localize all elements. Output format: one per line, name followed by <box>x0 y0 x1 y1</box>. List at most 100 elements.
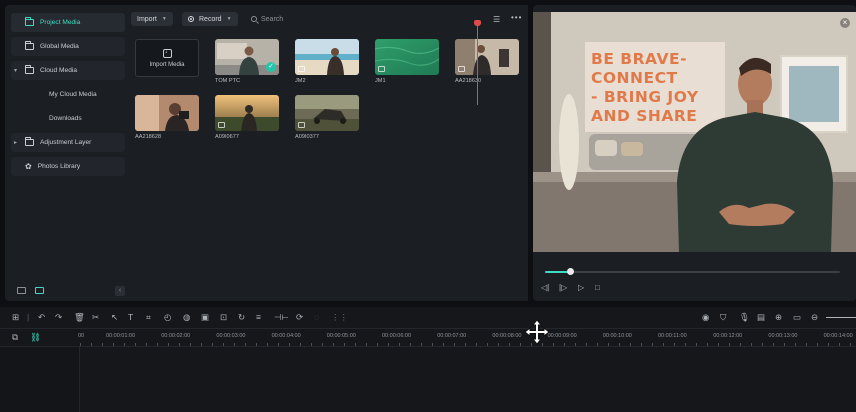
preview-progress-bar[interactable] <box>545 268 840 275</box>
adjust-icon[interactable]: ≡ <box>256 312 261 322</box>
undo-icon[interactable]: ↶ <box>38 312 45 323</box>
caret-down-icon[interactable]: ▾ <box>14 67 17 74</box>
sign-text-line: - BRING JOY <box>591 88 699 106</box>
import-dropdown-button[interactable]: Import ▼ <box>131 12 173 26</box>
ruler-tick-label: 00:00:09:00 <box>547 333 577 339</box>
ruler-tick <box>674 343 675 346</box>
sidebar-item-my-cloud-media[interactable]: My Cloud Media <box>11 85 125 104</box>
more-options-icon[interactable]: ••• <box>511 13 522 22</box>
media-item[interactable]: A09I0377 <box>295 95 359 140</box>
ruler-tick <box>278 343 279 346</box>
ruler-tick <box>641 343 642 346</box>
crop-icon[interactable]: ⌗ <box>146 312 151 323</box>
playhead[interactable] <box>477 22 478 105</box>
stop-icon[interactable]: □ <box>595 283 600 292</box>
shield-icon[interactable]: ⛉ <box>720 312 726 323</box>
ruler-tick <box>630 343 631 346</box>
ruler-tick <box>586 343 587 346</box>
ruler-tick-label: 00:00:14:00 <box>823 333 853 339</box>
more-tools-icon[interactable]: ⋮⋮ <box>331 312 348 323</box>
sidebar-item-project-media[interactable]: Project Media <box>11 13 125 32</box>
media-label: AA218630 <box>455 78 482 84</box>
subtitle-icon[interactable]: ▭ <box>793 312 801 323</box>
media-item[interactable]: AA218628 <box>135 95 199 140</box>
ruler-tick <box>751 343 752 346</box>
sidebar-item-label: Project Media <box>40 19 81 26</box>
flower-icon: ✿ <box>25 162 32 171</box>
select-arrow-icon[interactable]: ↖ <box>111 312 118 323</box>
folder-icon <box>25 17 34 26</box>
new-folder-icon[interactable] <box>17 287 26 294</box>
move-cursor-icon <box>524 319 550 345</box>
ruler-tick <box>377 343 378 346</box>
folder-add-icon[interactable] <box>35 287 44 294</box>
ai-icon[interactable]: ◌ <box>314 312 319 322</box>
snapshot-icon[interactable]: ▤ <box>757 312 765 323</box>
ruler-tick <box>553 343 554 346</box>
ruler-tick <box>432 343 433 346</box>
media-item[interactable]: ✓ TOM PTC <box>215 39 279 84</box>
media-item[interactable]: A09I0677 <box>215 95 279 140</box>
ruler-tick-label: 00 <box>78 333 85 339</box>
ruler-tick <box>256 343 257 346</box>
caret-right-icon[interactable]: ▸ <box>14 139 17 146</box>
stabilize-icon[interactable]: ⊡ <box>220 312 227 323</box>
media-thumbnail <box>295 39 359 75</box>
sidebar-item-adjustment-layer[interactable]: ▸ Adjustment Layer <box>11 133 125 152</box>
timeline-tracks[interactable] <box>0 347 856 412</box>
play-frame-icon[interactable]: |▷ <box>559 283 567 292</box>
close-icon[interactable]: × <box>840 18 850 28</box>
scissors-icon[interactable]: ✂ <box>92 312 99 323</box>
ruler-tick <box>410 343 411 346</box>
ruler-tick <box>113 343 114 346</box>
rotate-icon[interactable]: ↻ <box>238 312 245 323</box>
filter-sort-icon[interactable]: ☰ <box>493 15 500 24</box>
collapse-sidebar-button[interactable]: ‹ <box>115 286 125 296</box>
media-item[interactable]: AA218630 <box>455 39 519 84</box>
ruler-tick <box>311 343 312 346</box>
media-item[interactable]: JM1 <box>375 39 439 84</box>
prev-frame-icon[interactable]: ◁| <box>541 283 549 292</box>
record-dropdown-button[interactable]: Record ▼ <box>182 12 238 26</box>
ruler-tick <box>564 343 565 346</box>
folder-icon <box>25 65 34 74</box>
folder-icon <box>25 41 34 50</box>
sidebar-item-photos-library[interactable]: ✿ Photos Library <box>11 157 125 176</box>
add-track-icon[interactable]: ⧉ <box>12 332 18 343</box>
link-icon[interactable]: ⛓ <box>30 332 41 343</box>
ruler-tick <box>234 343 235 346</box>
zoom-out-icon[interactable]: ⊖ <box>811 312 818 323</box>
color-icon[interactable]: ◍ <box>183 312 190 323</box>
freeze-icon[interactable]: ⟳ <box>296 312 303 323</box>
split-icon[interactable]: ⊣⊢ <box>274 312 289 323</box>
ruler-tick <box>421 343 422 346</box>
delete-icon[interactable]: 🗑 <box>74 312 85 323</box>
media-sidebar: Project Media Global Media ▾ Cloud Media… <box>5 5 125 301</box>
mask-icon[interactable]: ▣ <box>201 312 209 323</box>
media-label: JM2 <box>295 78 306 84</box>
timeline-ruler[interactable]: ⧉ ⛓ 00 00:00:01:00 00:00:02:00 00:00:03:00 0… <box>0 329 856 347</box>
microphone-icon[interactable]: 🎙 <box>739 312 750 323</box>
redo-icon[interactable]: ↷ <box>55 312 62 323</box>
sidebar-item-downloads[interactable]: Downloads <box>11 109 125 128</box>
speed-icon[interactable]: ◴ <box>164 312 171 323</box>
progress-knob[interactable] <box>567 268 575 275</box>
ruler-tick <box>652 343 653 346</box>
render-preview-icon[interactable]: ◉ <box>702 312 709 323</box>
motion-track-icon[interactable]: ⊕ <box>775 312 782 323</box>
sidebar-item-cloud-media[interactable]: ▾ Cloud Media <box>11 61 125 80</box>
text-icon[interactable]: T <box>128 312 133 322</box>
video-preview[interactable]: BE BRAVE- CONNECT - BRING JOY AND SHARE … <box>533 12 856 252</box>
layout-grid-icon[interactable]: ⊞ <box>12 312 19 323</box>
sidebar-item-label: Global Media <box>40 43 79 50</box>
ruler-tick-label: 00:00:11:00 <box>658 333 687 339</box>
ruler-tick-label: 00:00:03:00 <box>216 333 246 339</box>
import-media-tile[interactable]: Import Media <box>135 39 199 77</box>
search-input[interactable]: Search <box>251 12 283 26</box>
playhead-handle[interactable] <box>474 20 481 26</box>
zoom-slider[interactable] <box>826 317 856 318</box>
sidebar-item-global-media[interactable]: Global Media <box>11 37 125 56</box>
sign-text-line: BE BRAVE- <box>591 50 688 68</box>
media-item[interactable]: JM2 <box>295 39 359 84</box>
play-icon[interactable]: ▷ <box>578 283 584 292</box>
